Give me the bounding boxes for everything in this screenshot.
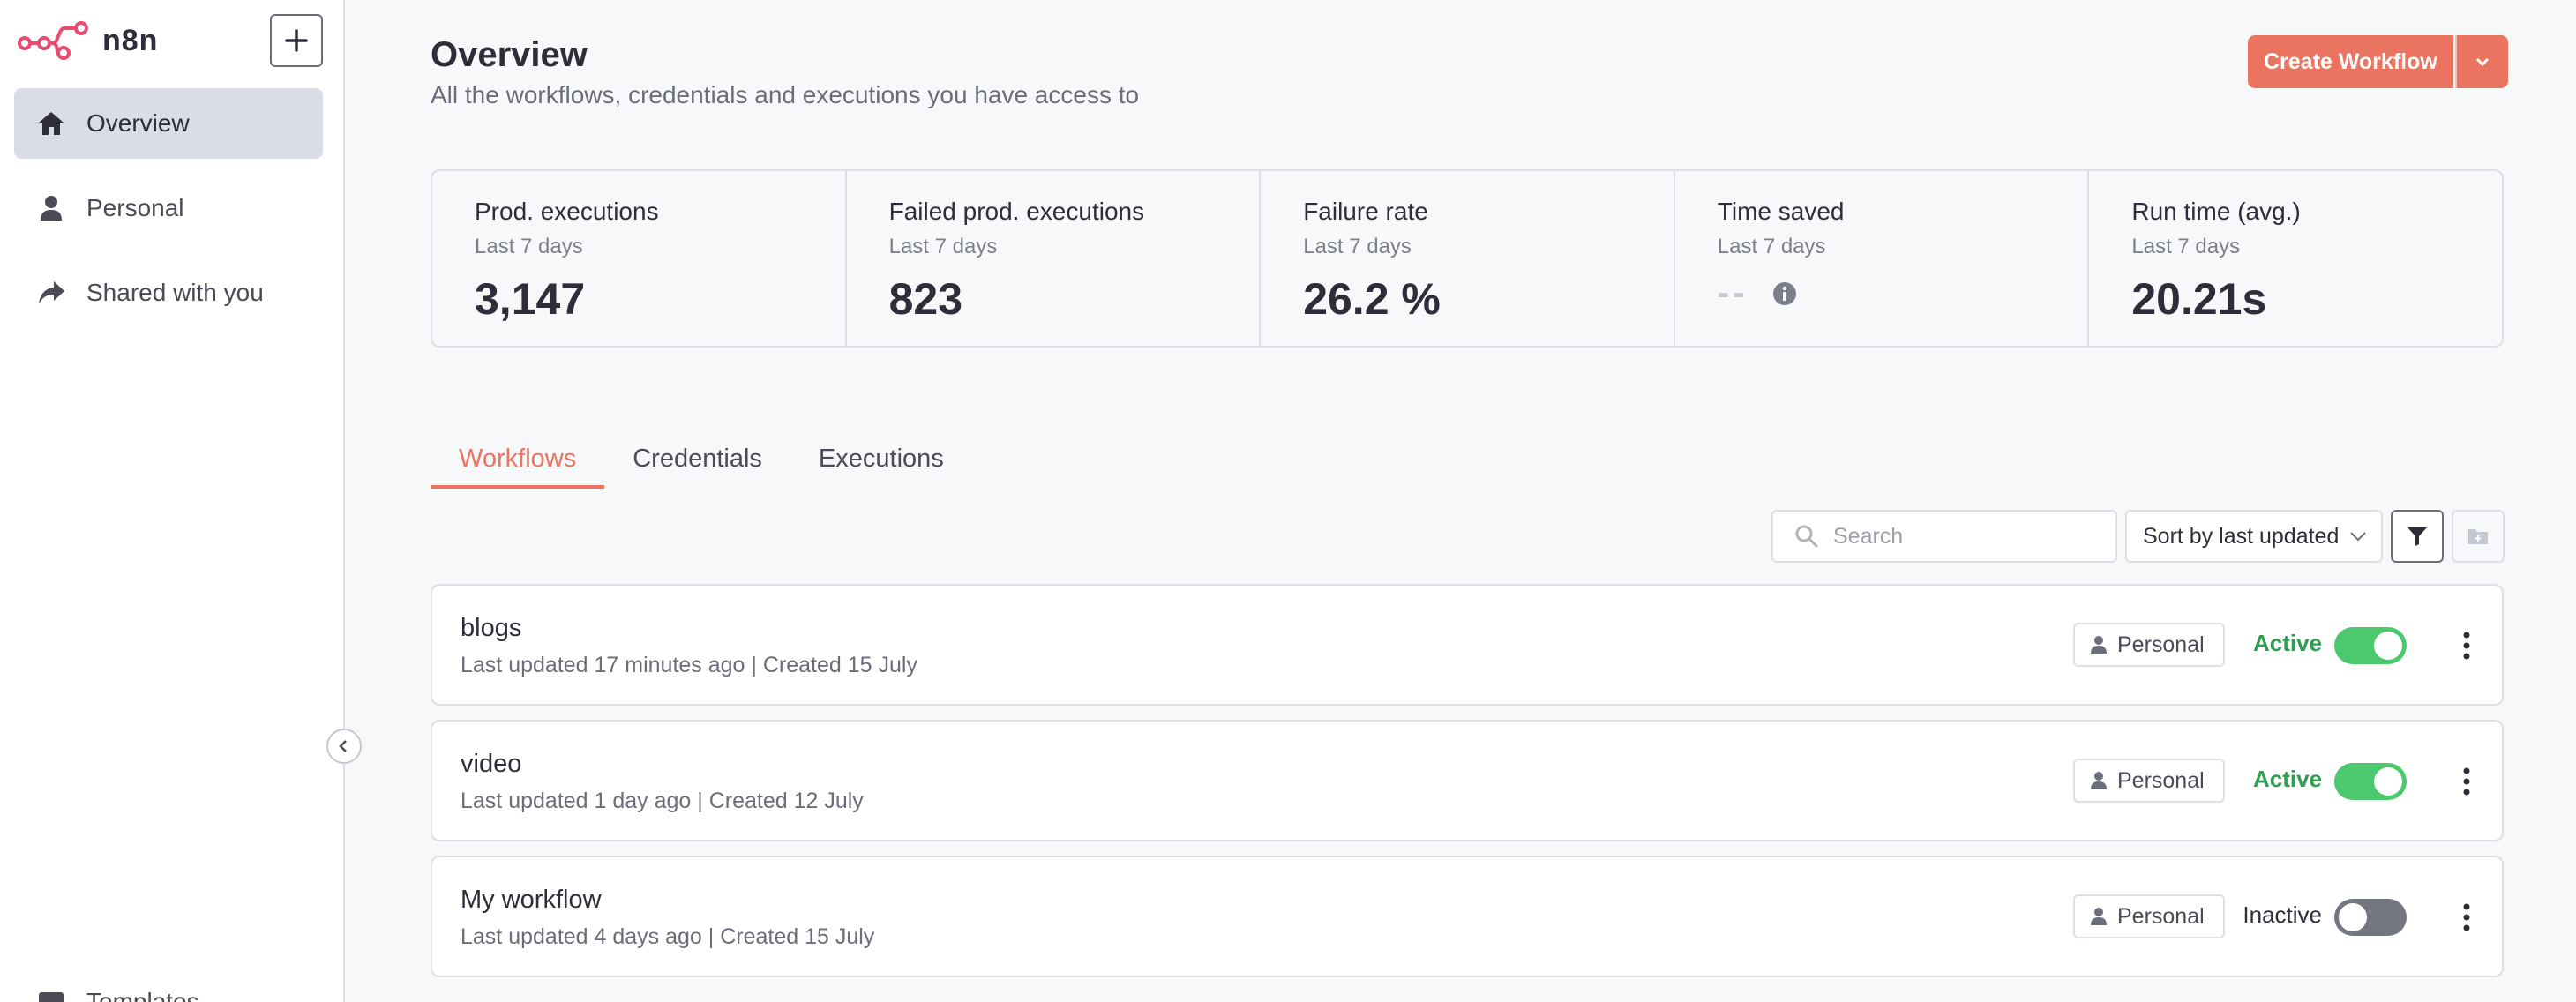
stat-failed-executions[interactable]: Failed prod. executions Last 7 days 823 [847, 171, 1262, 346]
tab-executions[interactable]: Executions [790, 434, 972, 489]
plus-icon [285, 29, 308, 52]
stat-title: Prod. executions [475, 198, 659, 225]
workflow-name: My workflow [461, 886, 602, 914]
active-toggle[interactable] [2334, 627, 2407, 664]
kebab-icon [2463, 903, 2470, 931]
stat-value: -- [1717, 273, 1749, 312]
stat-prod-executions[interactable]: Prod. executions Last 7 days 3,147 [432, 171, 847, 346]
sidebar: n8n Overview Personal Shared with you Te… [0, 0, 362, 1002]
stat-title: Time saved [1717, 198, 1845, 225]
stat-time-saved[interactable]: Time saved Last 7 days -- [1675, 171, 2090, 346]
share-icon [35, 277, 67, 309]
stat-value: 3,147 [475, 274, 586, 324]
stat-value: 20.21s [2131, 274, 2267, 324]
stat-title: Failure rate [1303, 198, 1428, 225]
sidebar-item-label: Shared with you [86, 279, 264, 306]
workflow-card[interactable]: My workflow Last updated 4 days ago | Cr… [431, 856, 2504, 977]
filter-button[interactable] [2391, 510, 2444, 563]
more-options-button[interactable] [2454, 894, 2479, 940]
n8n-logo-icon [18, 21, 88, 60]
toggle-knob [2374, 767, 2402, 796]
home-icon [35, 108, 67, 139]
search-icon [1795, 525, 1818, 548]
status-label: Inactive [2243, 901, 2322, 928]
owner-badge[interactable]: Personal [2073, 894, 2225, 938]
sidebar-item-personal[interactable]: Personal [14, 173, 323, 243]
stat-value: 823 [888, 274, 963, 324]
sort-label: Sort by last updated [2143, 523, 2340, 549]
workflow-name: blogs [461, 614, 522, 642]
workflow-meta: Last updated 17 minutes ago | Created 15… [461, 653, 917, 677]
active-toggle[interactable] [2334, 763, 2407, 800]
workflow-card[interactable]: video Last updated 1 day ago | Created 1… [431, 720, 2504, 841]
stats-panel: Prod. executions Last 7 days 3,147 Faile… [431, 169, 2504, 348]
toggle-knob [2339, 903, 2367, 931]
page-subtitle: All the workflows, credentials and execu… [431, 81, 1140, 108]
owner-badge[interactable]: Personal [2073, 759, 2225, 803]
active-toggle[interactable] [2334, 899, 2407, 936]
stat-period: Last 7 days [2131, 235, 2241, 258]
create-options-button[interactable] [2454, 35, 2508, 88]
workflow-name: video [461, 750, 522, 778]
stat-period: Last 7 days [1717, 235, 1826, 258]
folder-plus-icon [2468, 529, 2488, 544]
stat-title: Run time (avg.) [2131, 198, 2301, 225]
sidebar-item-label: Personal [86, 194, 184, 221]
stat-period: Last 7 days [888, 235, 998, 258]
toggle-knob [2374, 632, 2402, 660]
sidebar-item-label: Overview [86, 109, 190, 137]
tab-bar: Workflows Credentials Executions [431, 434, 972, 489]
stat-period: Last 7 days [475, 235, 583, 258]
kebab-icon [2463, 632, 2470, 660]
chevron-down-icon [2475, 57, 2489, 67]
sort-select[interactable]: Sort by last updated [2125, 510, 2383, 563]
owner-label: Personal [2117, 767, 2205, 793]
more-options-button[interactable] [2454, 759, 2479, 804]
add-button[interactable] [270, 14, 323, 67]
user-icon [35, 192, 67, 224]
user-icon [2091, 635, 2107, 654]
owner-label: Personal [2117, 632, 2205, 657]
owner-badge[interactable]: Personal [2073, 623, 2225, 667]
stat-run-time[interactable]: Run time (avg.) Last 7 days 20.21s [2089, 171, 2502, 346]
user-icon [2091, 907, 2107, 926]
workflow-card[interactable]: blogs Last updated 17 minutes ago | Crea… [431, 584, 2504, 706]
sidebar-item-label: Templates [86, 988, 199, 1002]
tab-workflows[interactable]: Workflows [431, 434, 605, 489]
filter-icon [2408, 527, 2427, 546]
templates-icon [35, 986, 67, 1002]
page-title: Overview [431, 35, 588, 74]
kebab-icon [2463, 767, 2470, 796]
sidebar-item-templates[interactable]: Templates [35, 986, 199, 1002]
workflow-meta: Last updated 4 days ago | Created 15 Jul… [461, 924, 875, 949]
stat-failure-rate[interactable]: Failure rate Last 7 days 26.2 % [1261, 171, 1675, 346]
more-options-button[interactable] [2454, 623, 2479, 669]
workflow-meta: Last updated 1 day ago | Created 12 July [461, 789, 864, 813]
main-content: Overview All the workflows, credentials … [345, 0, 2576, 1002]
info-icon[interactable] [1772, 281, 1797, 306]
stat-title: Failed prod. executions [888, 198, 1145, 225]
chevron-down-icon [2350, 532, 2366, 542]
create-workflow-group: Create Workflow [2248, 35, 2508, 88]
app-root: n8n Overview Personal Shared with you Te… [0, 0, 2576, 1002]
stat-period: Last 7 days [1303, 235, 1412, 258]
search-field[interactable] [1771, 510, 2117, 563]
create-workflow-button[interactable]: Create Workflow [2248, 35, 2453, 88]
sidebar-item-overview[interactable]: Overview [14, 88, 323, 159]
stat-value-row: -- [1718, 273, 2088, 313]
sidebar-nav: Overview Personal Shared with you [14, 88, 323, 342]
status-label: Active [2252, 630, 2322, 656]
stat-value: 26.2 % [1303, 274, 1441, 324]
owner-label: Personal [2117, 903, 2205, 929]
status-label: Active [2252, 766, 2322, 792]
search-input[interactable] [1833, 523, 2098, 550]
new-folder-button[interactable] [2452, 510, 2505, 563]
brand-name: n8n [102, 23, 159, 57]
tab-credentials[interactable]: Credentials [604, 434, 790, 489]
sidebar-item-shared[interactable]: Shared with you [14, 258, 323, 328]
brand[interactable]: n8n [18, 18, 158, 64]
user-icon [2091, 771, 2107, 790]
